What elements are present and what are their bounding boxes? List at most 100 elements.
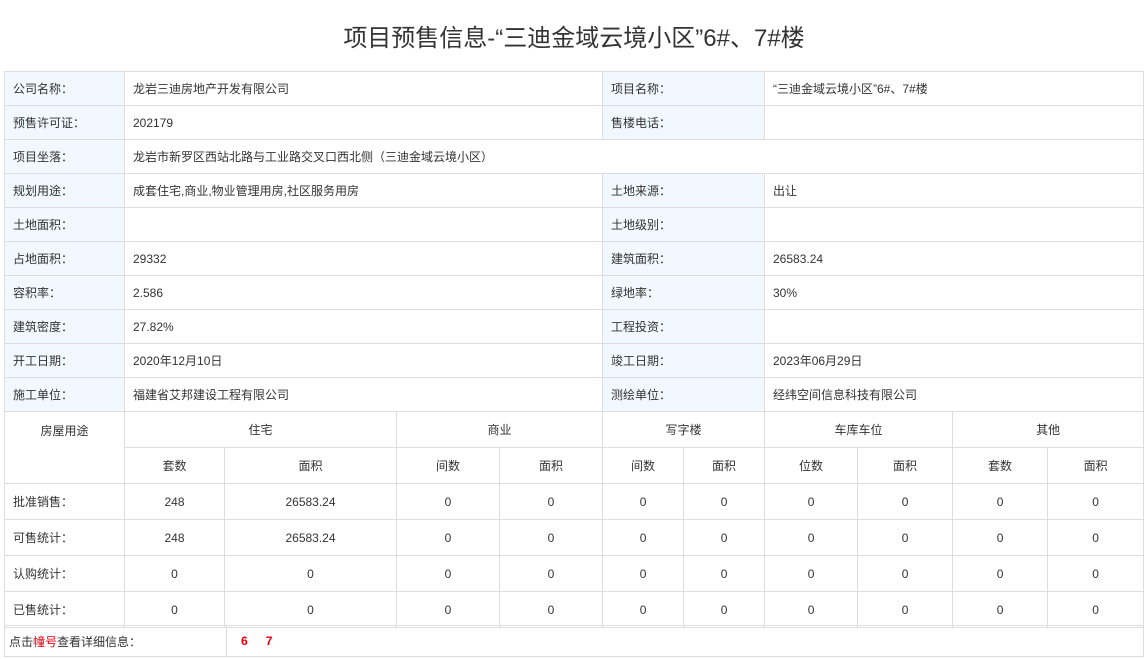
table-cell: 0 [764, 591, 859, 628]
links-highlight: 幢号 [33, 634, 58, 649]
company-value: 龙岩三迪房地产开发有限公司 [124, 71, 603, 106]
usage-label: 规划用途： [4, 173, 125, 208]
contractor-value: 福建省艾邦建设工程有限公司 [124, 377, 603, 412]
subheader-cell: 套数 [124, 447, 225, 484]
table-cell: 0 [223, 555, 398, 592]
table-cell: 248 [124, 483, 225, 520]
table-cell: 0 [952, 591, 1049, 628]
subheader-cell: 面积 [683, 447, 766, 484]
land-area-value [124, 207, 603, 242]
links-prefix: 点击 [9, 634, 34, 649]
table-cell: 0 [499, 519, 604, 556]
subheader-cell: 间数 [602, 447, 685, 484]
table-cell: 0 [857, 519, 954, 556]
surveyor-value: 经纬空间信息科技有限公司 [764, 377, 1144, 412]
table-row: 土地面积： 土地级别： [4, 207, 1144, 242]
table-cell: 0 [1047, 519, 1145, 556]
row-label-subscribed: 认购统计： [4, 555, 125, 592]
building-links-label: 点击幢号查看详细信息： [4, 625, 227, 657]
table-cell: 0 [396, 555, 501, 592]
table-row: 施工单位： 福建省艾邦建设工程有限公司 测绘单位： 经纬空间信息科技有限公司 [4, 377, 1144, 412]
land-grade-label: 土地级别： [602, 207, 765, 242]
table-row: 可售统计： 248 26583.24 0 0 0 0 0 0 0 0 [4, 519, 1145, 556]
building-area-label: 建筑面积： [602, 241, 765, 276]
building-area-value: 26583.24 [764, 241, 1144, 276]
table-cell: 0 [764, 519, 859, 556]
group-header-office: 写字楼 [602, 411, 766, 448]
building-links-table: 点击幢号查看详细信息： 6 7 [4, 625, 1144, 657]
land-source-value: 出让 [764, 173, 1144, 208]
building-link-7[interactable]: 7 [266, 634, 273, 648]
stats-subheader-row: 套数 面积 间数 面积 间数 面积 位数 面积 套数 面积 [5, 447, 1145, 484]
table-cell: 0 [857, 555, 954, 592]
table-cell: 0 [499, 591, 604, 628]
company-label: 公司名称： [4, 71, 125, 106]
contractor-label: 施工单位： [4, 377, 125, 412]
building-density-value: 27.82% [124, 309, 603, 344]
group-header-commercial: 商业 [396, 411, 604, 448]
table-cell: 0 [602, 591, 685, 628]
usage-header: 房屋用途 [4, 411, 125, 484]
table-cell: 0 [499, 555, 604, 592]
table-row: 项目坐落： 龙岩市新罗区西站北路与工业路交叉口西北侧（三迪金域云境小区） [4, 139, 1144, 174]
phone-value [764, 105, 1144, 140]
plot-ratio-value: 2.586 [124, 275, 603, 310]
subheader-cell: 套数 [952, 447, 1049, 484]
table-row: 批准销售： 248 26583.24 0 0 0 0 0 0 0 0 [4, 483, 1145, 520]
site-area-label: 占地面积： [4, 241, 125, 276]
sales-stats-table: 房屋用途 住宅 商业 写字楼 车库车位 其他 套数 面积 间数 面积 间数 面积… [4, 411, 1145, 628]
surveyor-label: 测绘单位： [602, 377, 765, 412]
table-cell: 0 [396, 591, 501, 628]
completion-date-label: 竣工日期： [602, 343, 765, 378]
table-cell: 0 [683, 591, 766, 628]
table-cell: 0 [683, 483, 766, 520]
table-row: 预售许可证： 202179 售楼电话： [4, 105, 1144, 140]
table-row: 认购统计： 0 0 0 0 0 0 0 0 0 0 [4, 555, 1145, 592]
table-row: 占地面积： 29332 建筑面积： 26583.24 [4, 241, 1144, 276]
table-cell: 0 [124, 591, 225, 628]
table-cell: 0 [857, 591, 954, 628]
table-cell: 248 [124, 519, 225, 556]
table-cell: 26583.24 [223, 519, 398, 556]
table-cell: 0 [952, 519, 1049, 556]
completion-date-value: 2023年06月29日 [764, 343, 1144, 378]
row-label-approved: 批准销售： [4, 483, 125, 520]
table-cell: 0 [396, 483, 501, 520]
row-label-available: 可售统计： [4, 519, 125, 556]
table-row: 已售统计： 0 0 0 0 0 0 0 0 0 0 [4, 591, 1145, 628]
table-cell: 0 [396, 519, 501, 556]
page-title: 项目预售信息-“三迪金域云境小区”6#、7#楼 [343, 25, 805, 52]
row-label-sold: 已售统计： [4, 591, 125, 628]
investment-label: 工程投资： [602, 309, 765, 344]
building-link-6[interactable]: 6 [241, 634, 248, 648]
start-date-value: 2020年12月10日 [124, 343, 603, 378]
permit-value: 202179 [124, 105, 603, 140]
subheader-cell: 面积 [499, 447, 604, 484]
subheader-cell: 面积 [857, 447, 954, 484]
stats-group-header-row: 房屋用途 住宅 商业 写字楼 车库车位 其他 [4, 411, 1145, 484]
table-cell: 0 [764, 483, 859, 520]
project-name-value: “三迪金域云境小区”6#、7#楼 [764, 71, 1144, 106]
subheader-cell: 间数 [396, 447, 501, 484]
table-cell: 0 [764, 555, 859, 592]
group-header-other: 其他 [952, 411, 1145, 448]
table-row: 建筑密度： 27.82% 工程投资： [4, 309, 1144, 344]
land-grade-value [764, 207, 1144, 242]
group-header-parking: 车库车位 [764, 411, 954, 448]
subheader-cell: 面积 [1047, 447, 1145, 484]
table-row: 公司名称： 龙岩三迪房地产开发有限公司 项目名称： “三迪金域云境小区”6#、7… [4, 71, 1144, 106]
table-cell: 0 [223, 591, 398, 628]
table-cell: 0 [602, 555, 685, 592]
table-cell: 0 [952, 555, 1049, 592]
land-area-label: 土地面积： [4, 207, 125, 242]
start-date-label: 开工日期： [4, 343, 125, 378]
group-header-residential: 住宅 [123, 411, 398, 448]
table-row: 容积率： 2.586 绿地率： 30% [4, 275, 1144, 310]
building-density-label: 建筑密度： [4, 309, 125, 344]
table-cell: 0 [602, 519, 685, 556]
table-cell: 0 [1047, 555, 1145, 592]
table-cell: 0 [683, 519, 766, 556]
land-source-label: 土地来源： [602, 173, 765, 208]
investment-value [764, 309, 1144, 344]
phone-label: 售楼电话： [602, 105, 765, 140]
